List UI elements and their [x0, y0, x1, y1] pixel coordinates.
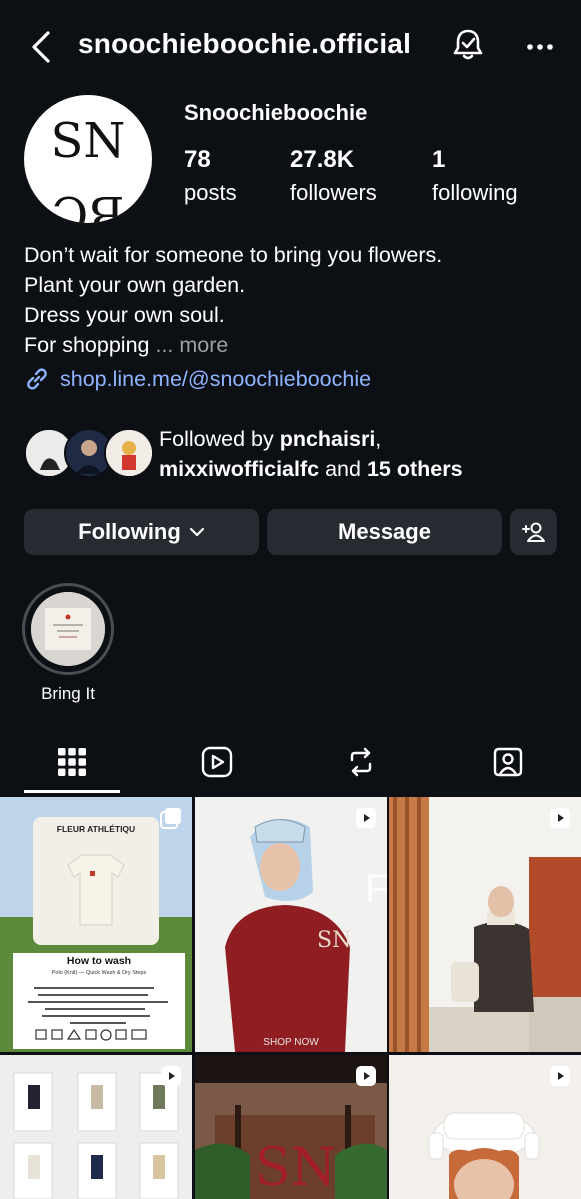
tab-posts[interactable]: [52, 742, 92, 782]
profile-bio: Don’t wait for someone to bring you flow…: [24, 243, 443, 357]
post-title: How to wash: [66, 955, 132, 967]
avatar: [104, 428, 154, 478]
tab-reels[interactable]: [197, 742, 237, 782]
add-person-icon: [521, 522, 545, 542]
notification-bell-icon[interactable]: [450, 27, 486, 63]
message-button[interactable]: Message: [267, 509, 502, 555]
reposts-icon: [350, 747, 372, 777]
post-thumbnail[interactable]: [389, 1055, 581, 1199]
reel-icon: [550, 808, 570, 828]
suggest-people-button[interactable]: [510, 509, 557, 555]
back-arrow-icon[interactable]: [28, 30, 54, 64]
post-image: SN F: [195, 797, 387, 1052]
post-thumbnail[interactable]: SN F SHOP NOW: [195, 797, 387, 1052]
post-thumbnail[interactable]: SN: [195, 1055, 387, 1199]
followers-count[interactable]: 27.8K followers: [290, 146, 377, 206]
carousel-icon: [160, 808, 181, 829]
brand-logo: SN BC: [51, 113, 126, 223]
svg-text:SN: SN: [317, 928, 351, 953]
reel-icon: [550, 1066, 570, 1086]
posts-count[interactable]: 78 posts: [184, 146, 237, 206]
followed-by-text[interactable]: Followed by pnchaisri, mixxiwofficialfc …: [159, 424, 569, 484]
post-thumbnail[interactable]: [0, 1055, 192, 1199]
svg-text:BC: BC: [52, 185, 125, 223]
story-highlight[interactable]: [22, 583, 114, 675]
following-button[interactable]: Following: [24, 509, 259, 555]
svg-text:F: F: [365, 867, 387, 911]
post-image: [0, 797, 192, 1052]
profile-username: snoochieboochie.official: [78, 28, 412, 59]
profile-avatar[interactable]: SN BC: [24, 95, 152, 223]
highlight-thumbnail: [31, 592, 105, 666]
post-thumbnail[interactable]: FLEUR ATHLÉTIQU How to wash Polo (Knit) …: [0, 797, 192, 1052]
reel-icon: [161, 1066, 181, 1086]
mutual-followers-avatars[interactable]: [24, 428, 154, 478]
tagged-icon: [493, 747, 523, 777]
tab-reposts[interactable]: [341, 742, 381, 782]
display-name: Snoochieboochie: [184, 100, 368, 125]
reels-icon: [201, 746, 233, 778]
active-tab-indicator: [24, 790, 120, 793]
reel-icon: [356, 1066, 376, 1086]
tab-tagged[interactable]: [488, 742, 528, 782]
reel-icon: [356, 808, 376, 828]
bio-more-link[interactable]: ... more: [155, 333, 228, 357]
post-caption: SHOP NOW: [263, 1037, 319, 1048]
post-brand: FLEUR ATHLÉTIQU: [56, 824, 136, 834]
following-count[interactable]: 1 following: [432, 146, 518, 206]
post-image: [389, 797, 581, 1052]
more-options-icon[interactable]: [520, 32, 560, 62]
highlight-label: Bring It: [41, 684, 95, 703]
post-thumbnail[interactable]: [389, 797, 581, 1052]
post-subtitle: Polo (Knit) — Quick Wash & Dry Steps: [51, 970, 147, 976]
svg-text:SN: SN: [255, 1138, 336, 1198]
posts-grid-icon: [58, 748, 86, 776]
svg-text:SN: SN: [51, 113, 126, 169]
profile-link[interactable]: shop.line.me/@snoochieboochie: [24, 366, 371, 392]
chevron-down-icon: [189, 527, 204, 537]
link-icon: [27, 368, 47, 390]
